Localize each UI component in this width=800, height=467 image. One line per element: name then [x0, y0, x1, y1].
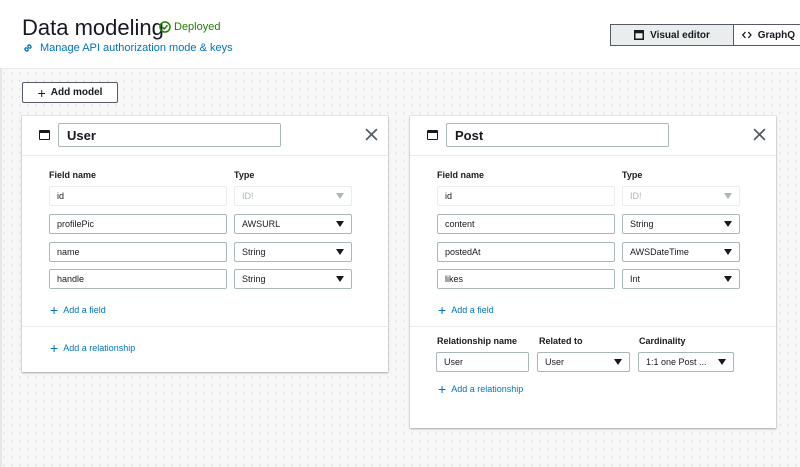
add-field-label: Add a field [63, 305, 106, 315]
caret-down-icon [718, 359, 726, 365]
window-icon [634, 30, 645, 40]
type-header: Type [234, 170, 255, 180]
field-type-select[interactable]: String [234, 242, 352, 262]
model-name-input[interactable]: Post [446, 123, 669, 147]
visual-editor-label: Visual editor [650, 29, 710, 41]
section-divider [410, 326, 776, 327]
cardinality-value: 1:1 one Post ... [646, 357, 707, 367]
field-type-select[interactable]: AWSURL [234, 214, 352, 234]
field-type-value: AWSURL [242, 219, 281, 229]
field-type-value: String [242, 274, 266, 284]
field-type-select[interactable]: ID! [622, 186, 740, 206]
field-type-select[interactable]: String [622, 214, 740, 234]
field-type-value: ID! [630, 191, 642, 201]
model-card-header: Post [410, 116, 776, 156]
field-name-input[interactable]: name [49, 242, 227, 262]
graphql-label: GraphQ [757, 29, 795, 41]
link-icon [24, 44, 32, 52]
caret-down-icon [336, 276, 344, 282]
field-name-input[interactable]: profilePic [49, 214, 227, 234]
page-header: Data modeling Deployed Manage API author… [0, 0, 800, 68]
field-name-input[interactable]: postedAt [437, 242, 615, 262]
plus-icon: + [438, 302, 447, 318]
field-name-input[interactable]: id [49, 186, 227, 206]
add-relationship-link[interactable]: + Add a relationship [438, 382, 523, 396]
caret-down-icon [724, 193, 732, 199]
field-type-value: String [630, 219, 654, 229]
field-name-header: Field name [49, 170, 97, 180]
page-title: Data modeling [22, 15, 164, 40]
close-icon[interactable] [365, 128, 378, 141]
plus-icon: + [37, 84, 46, 101]
code-icon [742, 31, 752, 39]
relationship-name-header: Relationship name [437, 336, 518, 346]
canvas-edge [0, 68, 2, 467]
model-card-header: User [22, 116, 388, 156]
add-relationship-label: Add a relationship [451, 384, 524, 394]
editor-mode-toggle: Visual editor GraphQ [610, 24, 800, 46]
graphql-schema-button[interactable]: GraphQ [734, 24, 800, 46]
add-relationship-link[interactable]: + Add a relationship [50, 341, 135, 355]
add-model-label: Add model [50, 87, 103, 98]
field-type-select[interactable]: ID! [234, 186, 352, 206]
field-type-select[interactable]: String [234, 269, 352, 289]
caret-down-icon [614, 359, 622, 365]
cardinality-select[interactable]: 1:1 one Post ... [638, 352, 734, 372]
plus-icon: + [50, 340, 59, 356]
manage-link-label: Manage API authorization mode & keys [40, 42, 233, 54]
add-relationship-label: Add a relationship [63, 343, 136, 353]
field-type-select[interactable]: AWSDateTime [622, 242, 740, 262]
related-to-header: Related to [539, 336, 583, 346]
field-type-value: Int [630, 274, 641, 284]
add-model-button[interactable]: + Add model [22, 82, 118, 103]
field-type-value: AWSDateTime [630, 247, 689, 257]
section-divider [22, 326, 388, 327]
plus-icon: + [438, 381, 447, 397]
deployed-status: Deployed [159, 21, 220, 33]
related-to-select[interactable]: User [537, 352, 630, 372]
relationship-name-input[interactable]: User [436, 352, 529, 372]
field-name-input[interactable]: content [437, 214, 615, 234]
model-card-post: Post Field name Type id ID! content Stri… [410, 116, 776, 428]
plus-icon: + [50, 302, 59, 318]
type-header: Type [622, 170, 643, 180]
cardinality-header: Cardinality [639, 336, 686, 346]
manage-api-auth-link[interactable]: Manage API authorization mode & keys [22, 42, 233, 54]
model-card-user: User Field name Type id ID! profilePic A… [22, 116, 388, 372]
caret-down-icon [336, 249, 344, 255]
model-name-input[interactable]: User [58, 123, 281, 147]
field-type-value: String [242, 247, 266, 257]
caret-down-icon [336, 193, 344, 199]
add-field-label: Add a field [451, 305, 494, 315]
field-name-input[interactable]: handle [49, 269, 227, 289]
close-icon[interactable] [753, 128, 766, 141]
caret-down-icon [724, 276, 732, 282]
window-icon [427, 130, 438, 140]
window-icon [39, 130, 50, 140]
caret-down-icon [336, 221, 344, 227]
field-type-value: ID! [242, 191, 254, 201]
status-label: Deployed [174, 21, 221, 33]
caret-down-icon [724, 249, 732, 255]
related-to-value: User [545, 357, 565, 367]
check-circle-icon [159, 21, 171, 33]
visual-editor-button[interactable]: Visual editor [610, 24, 734, 46]
field-type-select[interactable]: Int [622, 269, 740, 289]
field-name-header: Field name [437, 170, 485, 180]
add-field-link[interactable]: + Add a field [50, 303, 106, 317]
field-name-input[interactable]: id [437, 186, 615, 206]
caret-down-icon [724, 221, 732, 227]
field-name-input[interactable]: likes [437, 269, 615, 289]
add-field-link[interactable]: + Add a field [438, 303, 494, 317]
